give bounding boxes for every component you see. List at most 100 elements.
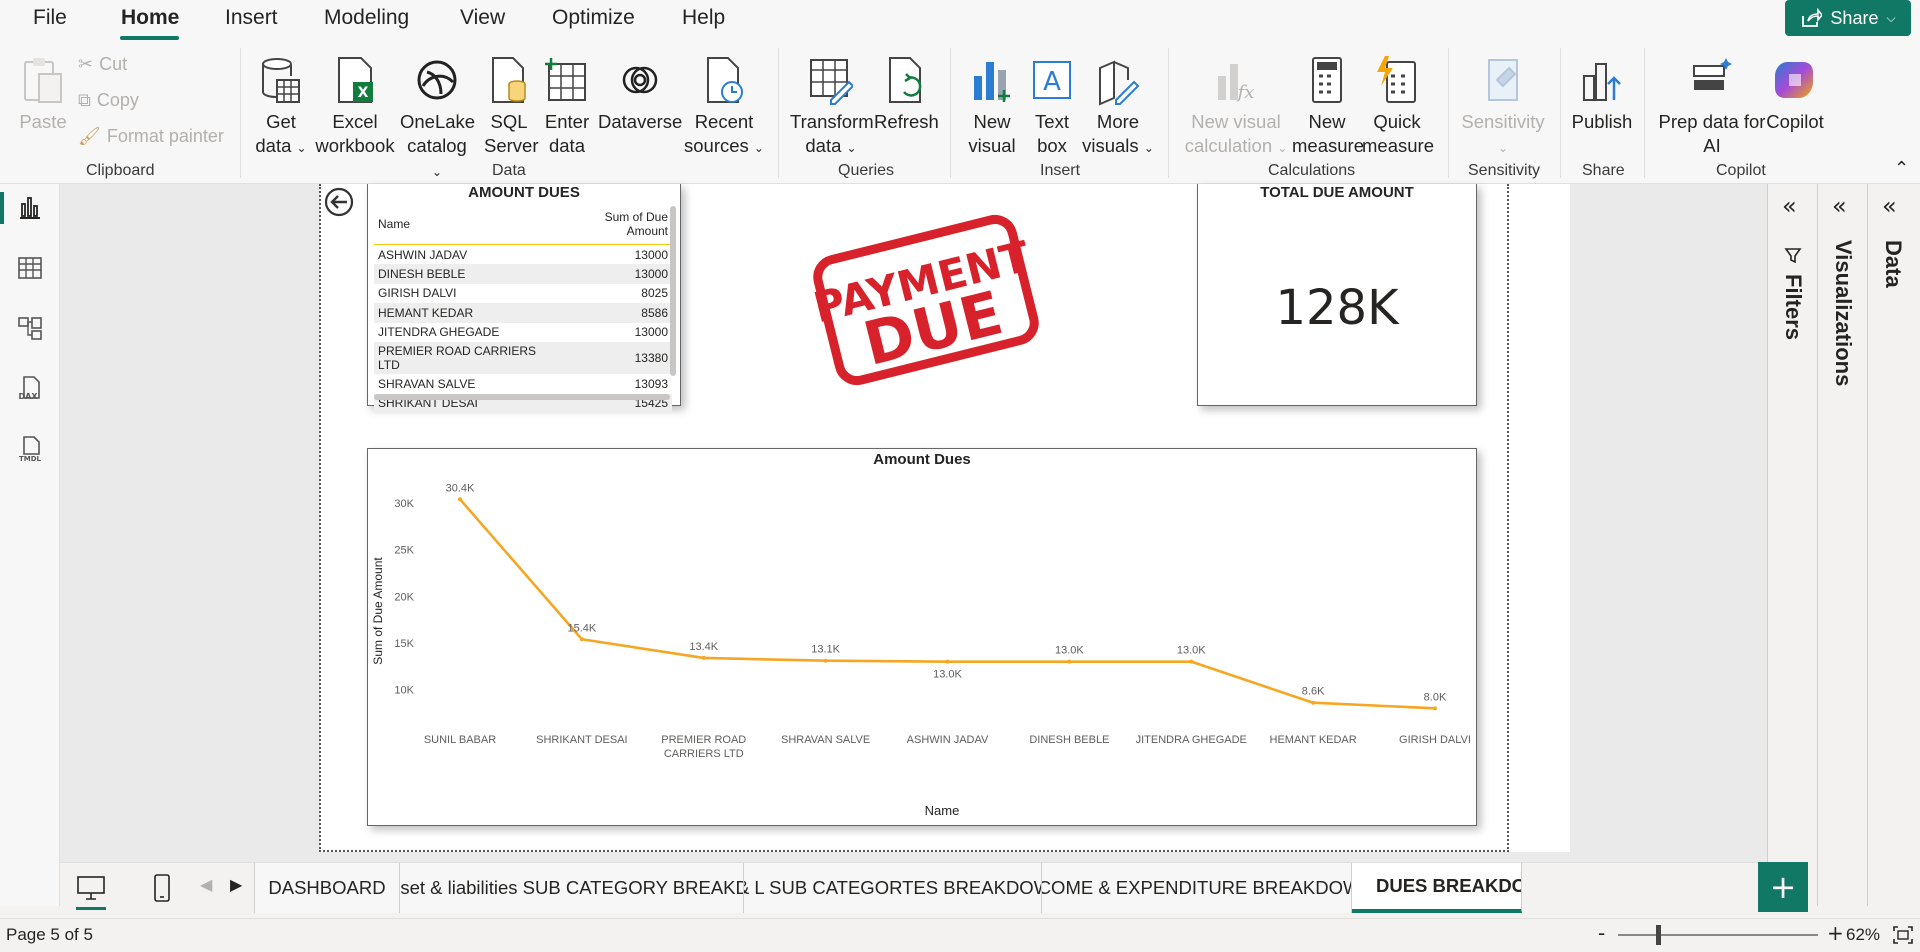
tab-dues-breakdown[interactable]: DUES BREAKDOWN bbox=[1352, 863, 1522, 913]
expand-filters-chevron-icon[interactable]: « bbox=[1782, 192, 1797, 220]
dataverse-button[interactable]: Dataverse bbox=[598, 56, 682, 134]
data-label: 13.0K bbox=[1177, 645, 1206, 657]
tab-asset-liabilities-sub-category[interactable]: Asset & liabilities SUB CATEGORY BREAKD.… bbox=[400, 863, 744, 913]
menu-insert[interactable]: Insert bbox=[225, 6, 278, 30]
menu-file[interactable]: File bbox=[33, 6, 67, 30]
x-tick-label: ASHWIN JADAV bbox=[907, 734, 989, 746]
new-visual-button[interactable]: New visual bbox=[962, 56, 1022, 158]
data-pane[interactable]: « Data bbox=[1867, 184, 1920, 906]
amount-dues-table-visual[interactable]: AMOUNT DUES Name Sum of Due Amount ASHWI… bbox=[367, 184, 681, 413]
table-visual-title: AMOUNT DUES bbox=[468, 184, 580, 201]
amount-dues-table: Name Sum of Due Amount ASHWIN JADAV 13000… bbox=[374, 206, 672, 413]
svg-text:A: A bbox=[1043, 67, 1061, 97]
x-tick-label: SHRIKANT DESAI bbox=[536, 734, 628, 746]
scroll-tabs-left-icon[interactable]: ◀ bbox=[200, 875, 212, 894]
publish-button[interactable]: Publish bbox=[1568, 56, 1636, 134]
copilot-button[interactable]: Copilot bbox=[1762, 56, 1828, 134]
data-label: 13.4K bbox=[689, 641, 718, 653]
excel-workbook-button[interactable]: X Excel workbook bbox=[314, 56, 396, 158]
payment-due-stamp: PAYMENT DUE bbox=[809, 214, 1039, 386]
y-tick-label: 20K bbox=[394, 591, 414, 603]
menu-help[interactable]: Help bbox=[682, 6, 725, 30]
back-arrow-icon[interactable] bbox=[323, 186, 355, 218]
collapse-ribbon-icon[interactable]: ⌃ bbox=[1894, 158, 1909, 179]
column-header-name[interactable]: Name bbox=[374, 206, 560, 245]
clipboard-group-label: Clipboard bbox=[86, 162, 155, 179]
recent-sources-button[interactable]: Recent sources ⌄ bbox=[682, 56, 766, 160]
data-group-label: Data bbox=[492, 162, 526, 179]
table-header-row: Name Sum of Due Amount bbox=[374, 206, 672, 245]
more-visuals-button[interactable]: More visuals ⌄ bbox=[1082, 56, 1154, 160]
tmdl-view-icon[interactable]: TMDL bbox=[16, 434, 44, 462]
share-label: Share bbox=[1830, 7, 1879, 28]
zoom-slider-thumb[interactable] bbox=[1656, 925, 1661, 945]
table-view-icon[interactable] bbox=[16, 254, 44, 282]
sensitivity-group-label: Sensitivity bbox=[1468, 162, 1541, 179]
refresh-button[interactable]: Refresh bbox=[874, 56, 939, 134]
scroll-tabs-right-icon[interactable]: ▶ bbox=[230, 875, 242, 894]
onelake-catalog-button[interactable]: OneLake catalog ⌄ bbox=[400, 56, 475, 184]
share-button[interactable]: Share ⌵ bbox=[1785, 0, 1911, 36]
data-point bbox=[1433, 706, 1437, 711]
format-painter-button[interactable]: 🖌 Format painter bbox=[78, 126, 224, 147]
filters-pane[interactable]: « Filters bbox=[1767, 184, 1817, 906]
mobile-layout-icon[interactable] bbox=[152, 873, 172, 903]
cell-amount: 8025 bbox=[641, 286, 668, 301]
table-vertical-scrollbar[interactable] bbox=[670, 206, 676, 376]
amount-dues-line-chart-visual[interactable]: Amount Dues Sum of Due Amount Name 10K 15K 20… bbox=[367, 448, 1477, 826]
ribbon-separator bbox=[1560, 48, 1561, 178]
tab-a-l-sub-categories[interactable]: A & L SUB CATEGORTES BREAKDOWN bbox=[744, 863, 1042, 913]
more-visuals-icon bbox=[1099, 60, 1140, 106]
insert-group-label: Insert bbox=[1040, 162, 1081, 179]
dax-query-view-icon[interactable]: DAX bbox=[16, 374, 44, 402]
fit-to-page-icon[interactable] bbox=[1892, 925, 1914, 945]
x-tick-label: HEMANT KEDAR bbox=[1270, 734, 1357, 746]
model-view-icon[interactable] bbox=[16, 314, 44, 342]
table-row: SHRAVAN SALVE 13093 bbox=[374, 374, 672, 394]
menu-home[interactable]: Home bbox=[121, 6, 179, 30]
menu-optimize[interactable]: Optimize bbox=[552, 6, 635, 30]
get-data-button[interactable]: Get data ⌄ bbox=[252, 56, 310, 160]
menu-view[interactable]: View bbox=[460, 6, 505, 30]
prep-data-for-ai-button[interactable]: Prep data for AI bbox=[1656, 56, 1768, 158]
tab-dashboard[interactable]: DASHBOARD bbox=[254, 863, 400, 913]
transform-data-button[interactable]: Transform data ⌄ bbox=[790, 56, 874, 160]
sensitivity-button[interactable]: Sensitivity ⌄ bbox=[1456, 56, 1550, 160]
cell-name: GIRISH DALVI bbox=[378, 286, 457, 301]
desktop-layout-icon[interactable] bbox=[76, 875, 106, 901]
svg-text:fx: fx bbox=[1236, 82, 1255, 103]
card-value: 128K bbox=[1275, 280, 1399, 336]
table-horizontal-scrollbar[interactable] bbox=[374, 394, 670, 400]
sql-server-button[interactable]: SQL Server bbox=[484, 56, 539, 158]
new-measure-button[interactable]: New measure bbox=[1292, 56, 1364, 158]
zoom-out-button[interactable]: - bbox=[1598, 921, 1605, 945]
text-box-button[interactable]: A Text box bbox=[1026, 56, 1078, 158]
plus-icon: + bbox=[1769, 868, 1797, 906]
paste-button[interactable]: Paste bbox=[18, 56, 68, 134]
cell-amount: 13000 bbox=[634, 325, 668, 340]
zoom-slider-track[interactable] bbox=[1618, 934, 1818, 936]
copy-button[interactable]: ⧉ Copy bbox=[78, 90, 139, 111]
prep-data-ai-icon bbox=[1693, 58, 1732, 90]
zoom-in-button[interactable]: + bbox=[1827, 921, 1844, 945]
report-view-icon[interactable] bbox=[16, 194, 44, 222]
tab-income-expenditure[interactable]: INCOME & EXPENDITURE BREAKDOWN bbox=[1042, 863, 1352, 913]
expand-visualizations-chevron-icon[interactable]: « bbox=[1832, 192, 1847, 220]
menu-modeling[interactable]: Modeling bbox=[324, 6, 409, 30]
svg-text:DAX: DAX bbox=[19, 392, 39, 401]
text-box-icon: A bbox=[1033, 61, 1071, 99]
cut-button[interactable]: ✂ Cut bbox=[78, 54, 127, 75]
cell-amount: 13093 bbox=[634, 376, 668, 391]
enter-data-button[interactable]: Enter data bbox=[544, 56, 590, 158]
cell-name: JITENDRA GHEGADE bbox=[378, 325, 500, 340]
data-point bbox=[945, 659, 950, 664]
column-header-sum-due[interactable]: Sum of Due Amount bbox=[559, 206, 672, 245]
cell-name: ASHWIN JADAV bbox=[378, 247, 468, 262]
total-due-card-visual[interactable]: TOTAL DUE AMOUNT 128K bbox=[1197, 184, 1477, 406]
visualizations-pane[interactable]: « Visualizations bbox=[1817, 184, 1867, 906]
expand-data-chevron-icon[interactable]: « bbox=[1882, 192, 1897, 220]
new-visual-calculation-button[interactable]: fx New visual calculation ⌄ bbox=[1180, 56, 1292, 160]
add-page-button[interactable]: + bbox=[1758, 862, 1808, 912]
quick-measure-button[interactable]: Quick measure bbox=[1362, 56, 1434, 158]
data-pane-label: Data bbox=[1881, 240, 1906, 288]
